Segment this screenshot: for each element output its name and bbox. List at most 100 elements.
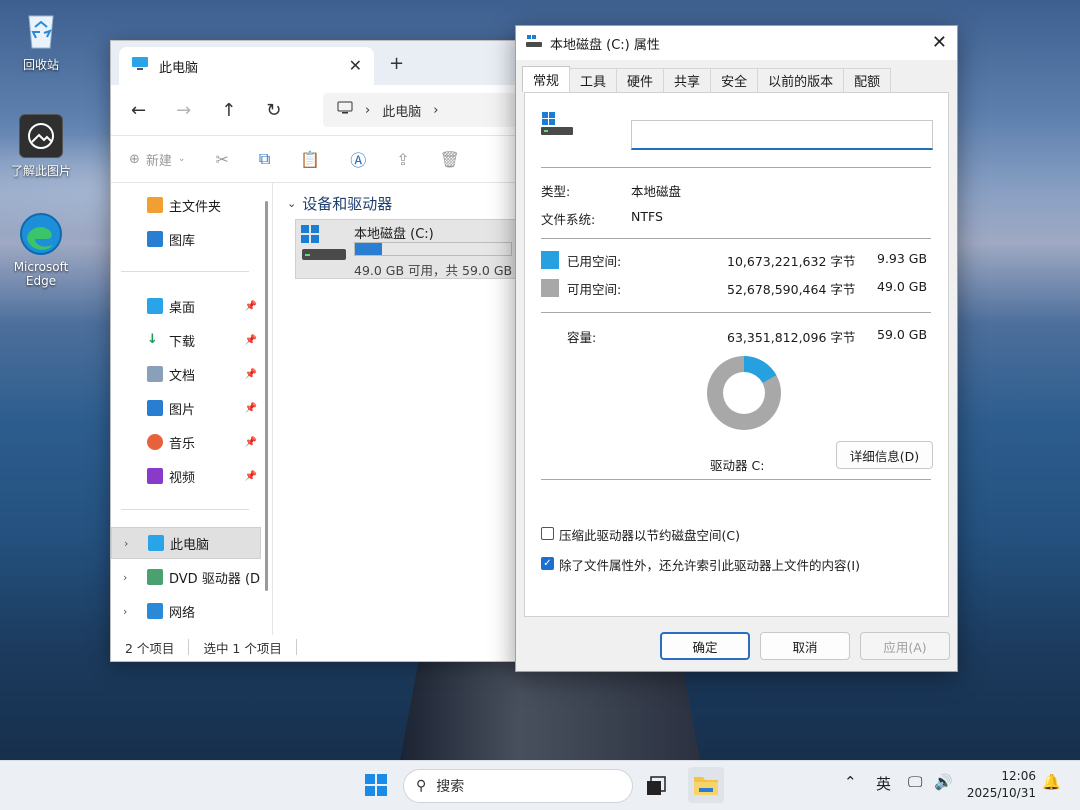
ime-indicator[interactable]: 英 <box>876 773 891 794</box>
group-header[interactable]: ⌄ 设备和驱动器 <box>287 193 392 214</box>
capacity-gb: 59.0 GB <box>877 327 928 342</box>
index-checkbox[interactable]: ✓ <box>541 557 554 570</box>
details-button[interactable]: 详细信息(D) <box>836 441 933 469</box>
free-space-gb: 49.0 GB <box>877 279 928 294</box>
pin-icon[interactable]: 📌 <box>245 335 257 346</box>
desktop-icon-spotlight[interactable]: 了解此图片 <box>6 114 76 179</box>
refresh-icon[interactable]: ↻ <box>266 100 281 121</box>
chevron-right-icon[interactable]: › <box>123 571 127 584</box>
type-label: 类型: <box>541 184 571 199</box>
clock-date: 2025/10/31 <box>966 786 1036 800</box>
free-space-bytes: 52,678,590,464 字节 <box>727 282 856 297</box>
sidebar-item-gallery[interactable]: 图库 <box>111 223 261 255</box>
explorer-tab[interactable]: 此电脑 ✕ <box>119 47 374 85</box>
volume-icon[interactable]: 🔊 <box>934 773 953 791</box>
share-icon[interactable]: ⇪ <box>396 150 409 169</box>
desktop-icon-recycle-bin[interactable]: 回收站 <box>6 8 76 73</box>
network-icon[interactable]: 🖵 <box>908 773 922 791</box>
rename-icon[interactable]: Ⓐ <box>350 147 366 171</box>
copy-icon[interactable]: ⧉ <box>259 149 270 169</box>
sidebar-item-videos[interactable]: 视频 📌 <box>111 460 261 492</box>
sidebar-item-network[interactable]: › 网络 <box>111 595 261 627</box>
tab-close-icon[interactable]: ✕ <box>349 56 362 75</box>
desktop-icon-edge[interactable]: Microsoft Edge <box>6 212 76 288</box>
paste-icon[interactable]: 📋 <box>300 150 320 169</box>
chevron-right-icon[interactable]: › <box>123 605 127 618</box>
cut-icon[interactable]: ✂ <box>215 150 228 169</box>
file-explorer-taskbar-icon[interactable] <box>688 767 724 803</box>
camera-icon <box>19 114 63 158</box>
sidebar-divider <box>121 271 249 272</box>
tab-tools[interactable]: 工具 <box>569 68 618 92</box>
pin-icon[interactable]: 📌 <box>245 471 257 482</box>
disk-usage-donut <box>707 356 781 430</box>
divider <box>541 479 931 480</box>
new-tab-icon[interactable]: + <box>389 53 404 74</box>
sidebar-item-label: 网络 <box>169 605 196 621</box>
sidebar-item-documents[interactable]: 文档 📌 <box>111 358 261 390</box>
clock-time: 12:06 <box>1001 769 1036 783</box>
sidebar-scrollbar[interactable] <box>265 201 268 591</box>
sidebar-item-label: 主文件夹 <box>169 199 222 215</box>
explorer-sidebar: 主文件夹 图库 桌面 📌 ↓ 下载 📌 文档 📌 图片 📌 音乐 📌 视频 📌 › 此电脑 › D… <box>111 183 273 635</box>
task-view-icon[interactable] <box>645 775 667 801</box>
home-icon <box>147 197 163 213</box>
document-icon <box>147 366 163 382</box>
new-button[interactable]: ⊕ 新建 ⌄ <box>129 150 185 169</box>
monitor-icon <box>337 101 353 119</box>
explorer-command-bar: ⊕ 新建 ⌄ ✂ ⧉ 📋 Ⓐ ⇪ 🗑 <box>111 135 529 183</box>
delete-icon[interactable]: 🗑 <box>440 150 460 169</box>
sidebar-item-home[interactable]: 主文件夹 <box>111 189 261 221</box>
dialog-titlebar: 本地磁盘 (C:) 属性 ✕ <box>516 26 957 60</box>
tab-quota[interactable]: 配额 <box>843 68 892 92</box>
pin-icon[interactable]: 📌 <box>245 301 257 312</box>
tab-previous-versions[interactable]: 以前的版本 <box>757 68 845 92</box>
explorer-status-bar: 2 个项目 选中 1 个项目 <box>111 633 529 661</box>
pin-icon[interactable]: 📌 <box>245 437 257 448</box>
computer-icon <box>148 535 164 551</box>
filesystem-label: 文件系统: <box>541 212 596 227</box>
sidebar-item-downloads[interactable]: ↓ 下载 📌 <box>111 324 261 356</box>
ok-button[interactable]: 确定 <box>660 632 750 660</box>
sidebar-item-pictures[interactable]: 图片 📌 <box>111 392 261 424</box>
start-icon[interactable] <box>364 773 388 801</box>
sidebar-item-label: 文档 <box>169 368 196 384</box>
windows-logo-icon <box>300 224 320 248</box>
sidebar-item-dvd[interactable]: › DVD 驱动器 (D <box>111 561 261 593</box>
recycle-bin-icon <box>19 8 63 52</box>
desktop-icon <box>147 298 163 314</box>
pin-icon[interactable]: 📌 <box>245 369 257 380</box>
desktop-icon-label: 了解此图片 <box>10 164 71 178</box>
sidebar-item-this-pc[interactable]: › 此电脑 <box>111 527 261 559</box>
divider <box>541 238 931 239</box>
drive-name-input[interactable] <box>631 120 933 150</box>
pin-icon[interactable]: 📌 <box>245 403 257 414</box>
sidebar-item-desktop[interactable]: 桌面 📌 <box>111 290 261 322</box>
up-icon[interactable]: ↑ <box>221 100 236 121</box>
sidebar-divider <box>121 509 249 510</box>
tab-general[interactable]: 常规 <box>522 66 571 92</box>
tab-sharing[interactable]: 共享 <box>663 68 712 92</box>
chevron-right-icon[interactable]: › <box>124 537 128 550</box>
dialog-close-icon[interactable]: ✕ <box>932 32 947 53</box>
drive-tile-c[interactable]: 本地磁盘 (C:) 49.0 GB 可用，共 59.0 GB <box>295 219 519 279</box>
status-divider <box>188 639 190 655</box>
gallery-icon <box>147 231 163 247</box>
notification-bell-icon[interactable]: 🔔 <box>1042 773 1061 791</box>
compress-checkbox[interactable] <box>541 527 554 540</box>
cancel-button[interactable]: 取消 <box>760 632 850 660</box>
sidebar-item-music[interactable]: 音乐 📌 <box>111 426 261 458</box>
address-bar[interactable]: › 此电脑 › <box>323 93 533 127</box>
tab-security[interactable]: 安全 <box>710 68 759 92</box>
explorer-content: ⌄ 设备和驱动器 本地磁盘 (C:) 49.0 GB 可用，共 59.0 GB <box>275 183 529 635</box>
capacity-label: 容量: <box>567 330 597 345</box>
sidebar-item-label: 图库 <box>169 233 196 249</box>
taskbar-clock[interactable]: 12:06 2025/10/31 <box>967 768 1036 802</box>
address-text: 此电脑 <box>382 104 422 120</box>
tab-hardware[interactable]: 硬件 <box>616 68 665 92</box>
chevron-up-icon[interactable]: ⌃ <box>844 773 857 791</box>
apply-button[interactable]: 应用(A) <box>860 632 950 660</box>
back-icon[interactable]: ← <box>131 100 146 121</box>
taskbar-search[interactable]: ⚲ 搜索 <box>403 769 633 803</box>
forward-icon[interactable]: → <box>176 100 191 121</box>
